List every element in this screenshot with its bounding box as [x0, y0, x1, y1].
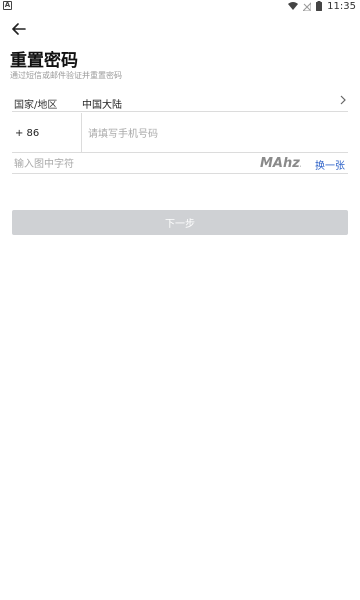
country-code[interactable]: + 86	[15, 128, 39, 139]
captcha-image[interactable]: MAhz1	[259, 152, 301, 172]
chevron-right-icon	[340, 95, 346, 105]
status-time: 11:35	[327, 0, 356, 12]
captcha-row: MAhz1 换一张	[12, 152, 348, 174]
captcha-text: MAhz1	[260, 156, 301, 171]
arrow-left-icon	[12, 23, 26, 35]
phone-input[interactable]	[88, 123, 338, 145]
captcha-refresh-link[interactable]: 换一张	[315, 157, 345, 172]
phone-divider	[81, 113, 82, 153]
wifi-icon	[288, 2, 299, 10]
notification-icon: A	[3, 1, 12, 10]
back-button[interactable]	[8, 18, 30, 40]
region-value: 中国大陆	[82, 100, 122, 111]
status-icons: 11:35	[288, 0, 356, 12]
battery-icon	[316, 1, 323, 11]
no-signal-icon	[303, 1, 312, 11]
next-step-button[interactable]: 下一步	[12, 210, 348, 235]
page-subtitle: 通过短信或邮件验证并重置密码	[10, 71, 122, 80]
region-selector[interactable]: 国家/地区 中国大陆	[12, 90, 348, 112]
phone-row: + 86	[12, 113, 348, 153]
page-title: 重置密码	[10, 51, 78, 71]
region-label: 国家/地区	[14, 100, 58, 111]
captcha-input[interactable]	[14, 154, 244, 174]
status-bar: A 11:35	[0, 0, 360, 12]
